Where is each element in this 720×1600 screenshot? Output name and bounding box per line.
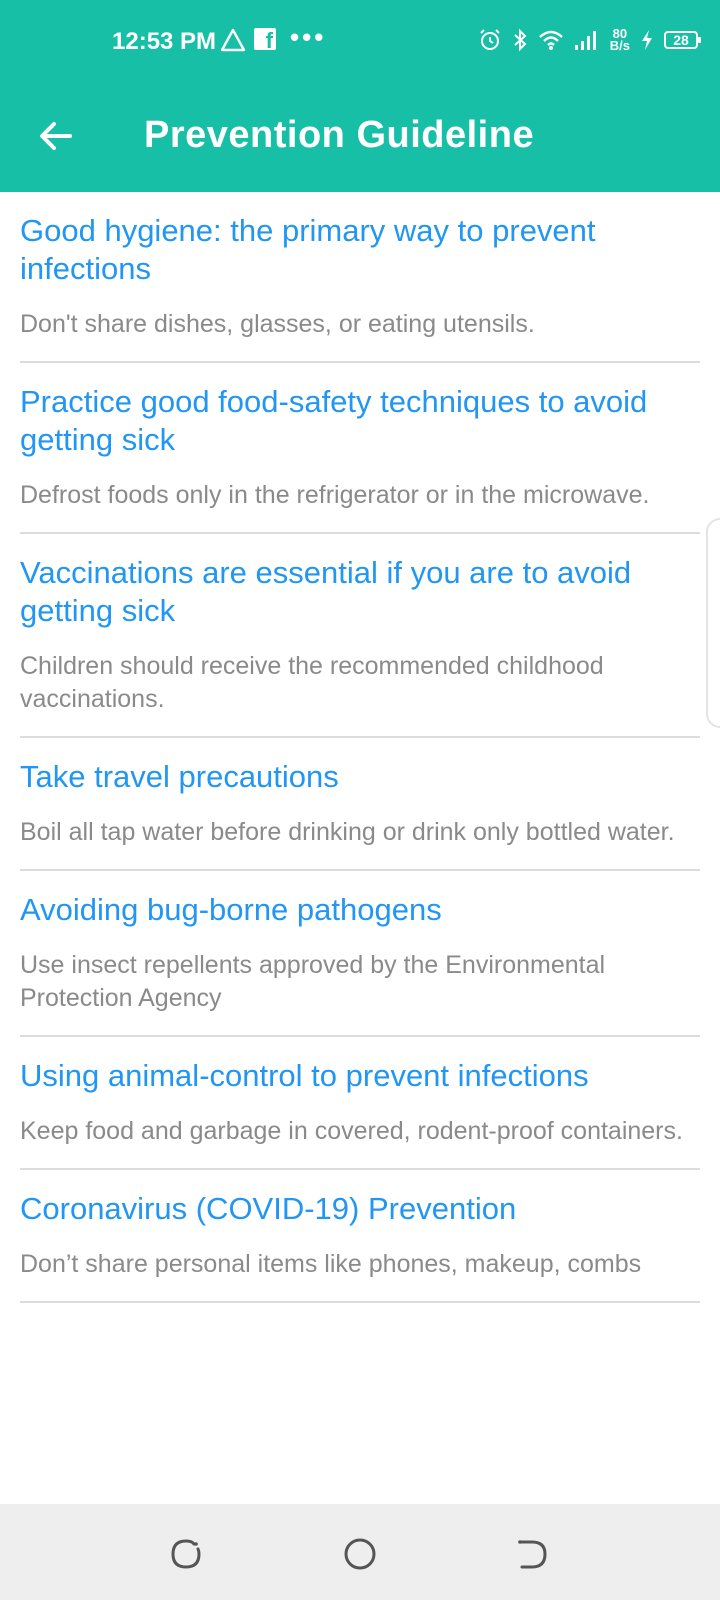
bluetooth-icon — [514, 28, 527, 52]
guideline-heading: Good hygiene: the primary way to prevent… — [20, 213, 596, 286]
guideline-text: Children should receive the recommended … — [20, 652, 604, 713]
navigation-bar — [0, 1504, 720, 1600]
guideline-text: Use insect repellents approved by the En… — [20, 951, 606, 1012]
wifi-icon — [538, 30, 563, 50]
app-bar: 12:53 PM f ••• 80 B/s 28 Prevention Guid… — [0, 0, 720, 192]
guideline-item-animal-control[interactable]: Using animal-control to prevent infectio… — [20, 1037, 700, 1170]
guideline-item-covid[interactable]: Coronavirus (COVID-19) Prevention Don’t … — [20, 1170, 700, 1303]
guideline-heading: Using animal-control to prevent infectio… — [20, 1058, 589, 1093]
guideline-item-vaccinations[interactable]: Vaccinations are essential if you are to… — [20, 534, 700, 738]
status-right: 80 B/s 28 — [478, 26, 701, 54]
guideline-heading: Practice good food-safety techniques to … — [20, 384, 648, 457]
guideline-item-travel[interactable]: Take travel precautions Boil all tap wat… — [20, 738, 700, 871]
net-speed: 80 B/s — [609, 26, 630, 53]
guideline-item-food-safety[interactable]: Practice good food-safety techniques to … — [20, 363, 700, 534]
home-icon[interactable] — [340, 1534, 380, 1574]
warning-icon — [220, 28, 246, 52]
status-bar: 12:53 PM f ••• 80 B/s 28 — [0, 18, 720, 62]
edge-panel-handle[interactable] — [706, 518, 720, 728]
guideline-heading: Vaccinations are essential if you are to… — [20, 555, 632, 628]
guideline-item-bug-borne[interactable]: Avoiding bug-borne pathogens Use insect … — [20, 871, 700, 1037]
guideline-list: Good hygiene: the primary way to prevent… — [20, 192, 700, 1303]
recents-icon[interactable] — [166, 1534, 206, 1574]
signal-icon — [574, 31, 596, 50]
guideline-item-hygiene[interactable]: Good hygiene: the primary way to prevent… — [20, 192, 700, 363]
guideline-heading: Coronavirus (COVID-19) Prevention — [20, 1191, 517, 1226]
guideline-text: Don't share dishes, glasses, or eating u… — [20, 310, 535, 338]
alarm-icon — [480, 29, 500, 50]
charging-icon — [642, 30, 652, 50]
page-title: Prevention Guideline — [144, 114, 535, 156]
guideline-text: Boil all tap water before drinking or dr… — [20, 818, 675, 846]
status-time: 12:53 PM — [112, 28, 217, 55]
guideline-text: Defrost foods only in the refrigerator o… — [20, 481, 650, 509]
battery-icon: 28 — [664, 31, 701, 49]
guideline-heading: Avoiding bug-borne pathogens — [20, 892, 442, 927]
back-arrow-icon[interactable] — [34, 114, 78, 158]
guideline-heading: Take travel precautions — [20, 759, 339, 794]
back-nav-icon[interactable] — [512, 1534, 552, 1574]
more-icon: ••• — [290, 22, 327, 52]
guideline-text: Don’t share personal items like phones, … — [20, 1250, 642, 1278]
facebook-icon: f — [254, 28, 276, 52]
guideline-text: Keep food and garbage in covered, rodent… — [20, 1117, 683, 1145]
